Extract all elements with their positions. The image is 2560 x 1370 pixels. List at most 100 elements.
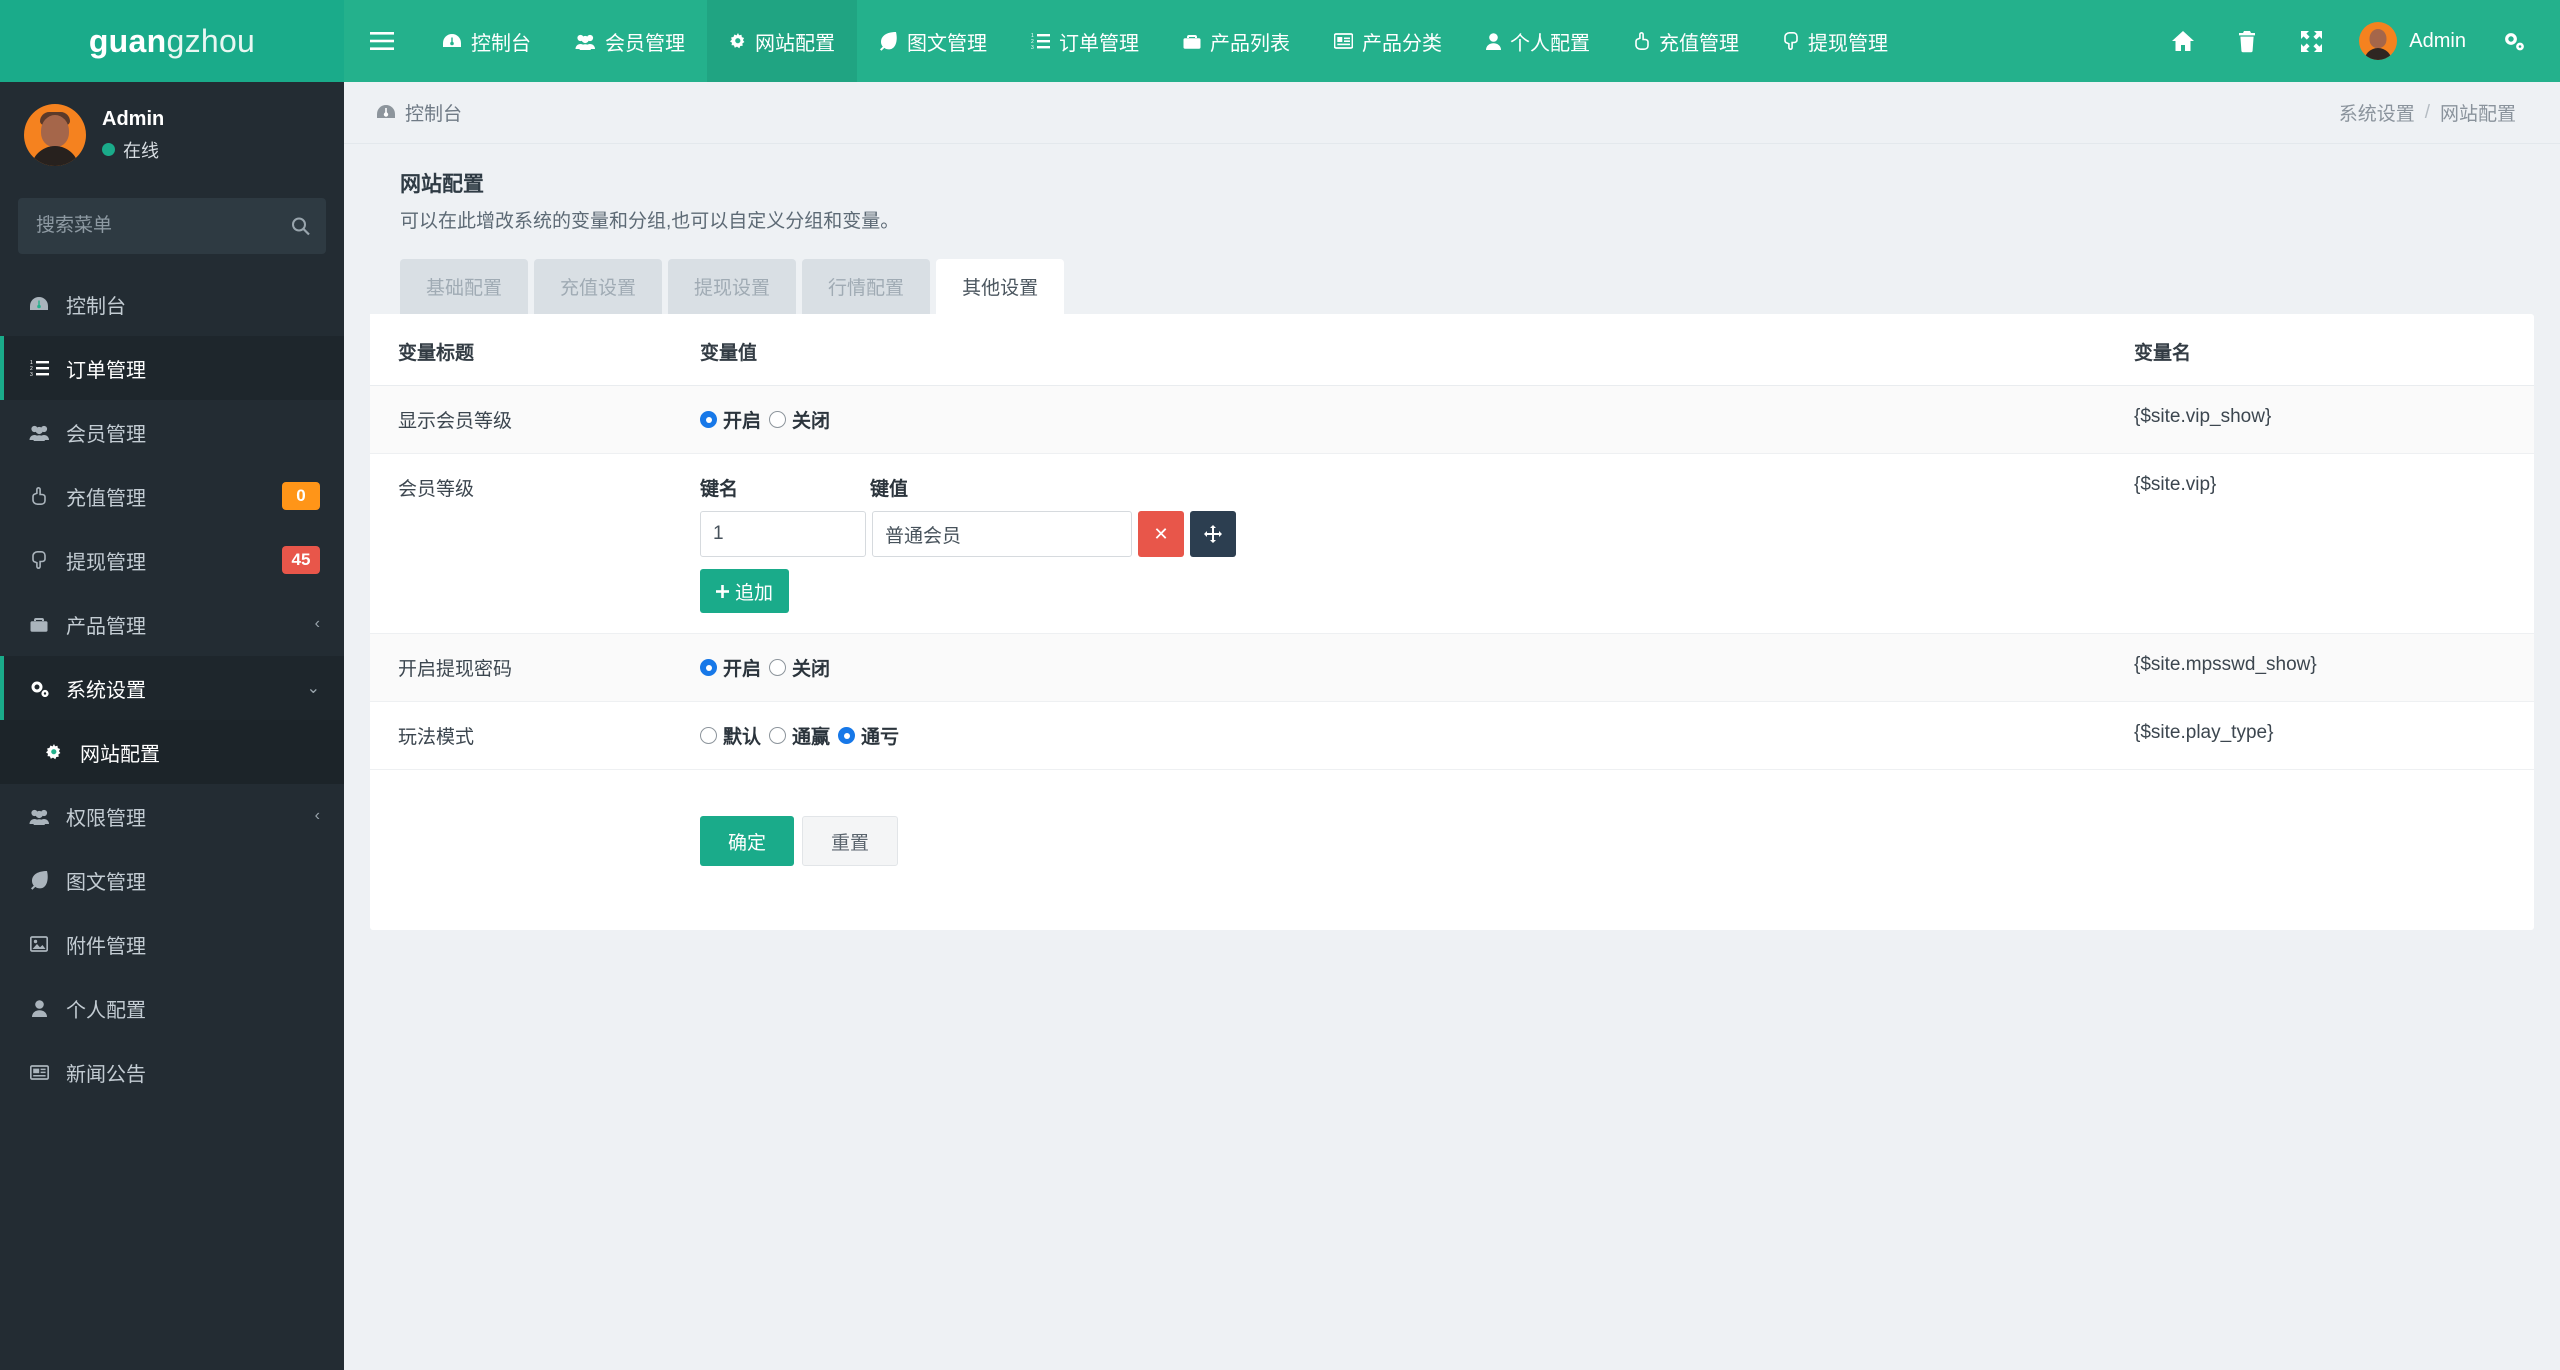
sidebar-item-8[interactable]: 权限管理 ‹ (0, 784, 344, 848)
radio-button[interactable] (769, 659, 787, 676)
key-name-input[interactable] (700, 511, 866, 557)
move-row-button[interactable] (1190, 511, 1236, 557)
table-row: 开启提现密码 开启 关闭 {$site.mpsswd_show} (370, 633, 2534, 702)
top-nav-item-2[interactable]: 网站配置 (707, 0, 857, 82)
sidebar-item-2[interactable]: 会员管理 (0, 400, 344, 464)
row-value: 开启 关闭 (700, 385, 2134, 454)
radio-option-0[interactable]: 开启 (700, 406, 761, 433)
tab-1[interactable]: 充值设置 (534, 259, 663, 314)
sidebar-item-11[interactable]: 个人配置 (0, 976, 344, 1040)
dashboard-icon (26, 296, 52, 312)
sidebar-item-6[interactable]: 系统设置 ⌄ (0, 656, 344, 720)
tab-0[interactable]: 基础配置 (400, 259, 529, 314)
row-value: 开启 关闭 (700, 633, 2134, 702)
form-actions-spacer-right (2134, 770, 2534, 887)
add-row-label: 追加 (735, 582, 774, 604)
sidebar-search[interactable] (18, 198, 326, 254)
radio-button[interactable] (700, 659, 717, 676)
radio-option-2[interactable]: 通亏 (838, 722, 899, 749)
page-header: 网站配置 可以在此增改系统的变量和分组,也可以自定义分组和变量。 基础配置 充值设… (370, 144, 2534, 314)
sidebar-item-label: 附件管理 (66, 935, 146, 958)
radio-option-1[interactable]: 关闭 (769, 654, 830, 681)
breadcrumb-trail: 系统设置 / 网站配置 (2339, 99, 2516, 126)
image-icon (26, 936, 52, 952)
sidebar-item-9[interactable]: 图文管理 (0, 848, 344, 912)
radio-option-1[interactable]: 关闭 (769, 406, 830, 433)
radio-button[interactable] (700, 727, 717, 744)
sidebar-item-badge: 0 (282, 482, 320, 510)
top-nav-item-9[interactable]: 提现管理 (1761, 0, 1910, 82)
gears-icon (26, 680, 52, 697)
sidebar-item-12[interactable]: 新闻公告 (0, 1040, 344, 1104)
top-nav-item-label: 控制台 (471, 32, 531, 55)
home-icon[interactable] (2151, 0, 2215, 82)
add-row-button[interactable]: 追加 (700, 569, 790, 613)
top-nav-item-8[interactable]: 充值管理 (1612, 0, 1761, 82)
breadcrumb-home[interactable]: 控制台 (376, 99, 462, 126)
gears-icon[interactable] (2482, 0, 2546, 82)
tab-2[interactable]: 提现设置 (668, 259, 797, 314)
radio-button[interactable] (838, 727, 856, 744)
row-varname: {$site.vip} (2134, 453, 2534, 634)
top-nav-item-5[interactable]: 产品列表 (1161, 0, 1312, 82)
sidebar-item-7[interactable]: 网站配置 (0, 720, 344, 784)
radio-button[interactable] (769, 727, 787, 744)
svg-text:3: 3 (30, 372, 33, 377)
sidebar-toggle-button[interactable] (344, 0, 420, 82)
close-icon: ✕ (1153, 523, 1169, 544)
radio-option-label: 通亏 (861, 727, 900, 748)
radio-group: 开启 关闭 (700, 406, 2124, 433)
top-nav-item-label: 产品分类 (1362, 32, 1442, 55)
config-table: 变量标题 变量值 变量名 显示会员等级 开启 关闭 {$site.vip_show} 会… (370, 314, 2534, 886)
breadcrumb-item-current: 网站配置 (2439, 104, 2516, 125)
top-nav-item-4[interactable]: 1 2 3 订单管理 (1009, 0, 1161, 82)
submit-button[interactable]: 确定 (700, 816, 795, 866)
sidebar-user-card[interactable]: Admin 在线 (0, 82, 344, 192)
sidebar-item-4[interactable]: 提现管理 45 (0, 528, 344, 592)
trash-icon[interactable] (2215, 0, 2279, 82)
top-nav-item-label: 个人配置 (1510, 32, 1590, 55)
top-nav-item-label: 产品列表 (1210, 32, 1290, 55)
keyvalue-header-1: 键值 (870, 479, 909, 500)
radio-group: 默认 通赢 通亏 (700, 722, 2124, 749)
radio-option-0[interactable]: 开启 (700, 654, 761, 681)
top-navigation-bar: 控制台 会员管理 网站配置 图文管理 1 2 3 订单管理 产品列表 产品分类 个人配置 充值管理 提现… (344, 0, 2560, 82)
row-title: 玩法模式 (370, 701, 700, 770)
tab-4[interactable]: 其他设置 (936, 259, 1065, 314)
search-icon (291, 217, 310, 236)
sidebar-item-10[interactable]: 附件管理 (0, 912, 344, 976)
id-card-icon (1334, 33, 1353, 49)
breadcrumb-item-parent[interactable]: 系统设置 (2339, 99, 2415, 126)
hamburger-icon (370, 32, 394, 50)
reset-button[interactable]: 重置 (802, 816, 899, 866)
sidebar-item-1[interactable]: 1 2 3 订单管理 (0, 336, 344, 400)
brand-logo[interactable]: guangzhou (0, 0, 344, 82)
sidebar-item-label: 网站配置 (80, 743, 160, 766)
sidebar-item-5[interactable]: 产品管理 ‹ (0, 592, 344, 656)
top-nav-item-6[interactable]: 产品分类 (1312, 0, 1464, 82)
top-nav-item-0[interactable]: 控制台 (420, 0, 553, 82)
radio-button[interactable] (700, 411, 717, 428)
radio-button[interactable] (769, 411, 787, 428)
tab-3[interactable]: 行情配置 (802, 259, 931, 314)
radio-option-label: 关闭 (792, 411, 831, 432)
top-nav-item-3[interactable]: 图文管理 (857, 0, 1009, 82)
delete-row-button[interactable]: ✕ (1138, 511, 1184, 557)
sidebar-item-badge: 45 (282, 546, 320, 574)
top-nav-item-1[interactable]: 会员管理 (553, 0, 707, 82)
form-actions-row: 确定 重置 (370, 770, 2534, 887)
sidebar-item-0[interactable]: 控制台 (0, 272, 344, 336)
radio-option-0[interactable]: 默认 (700, 722, 761, 749)
sidebar-item-3[interactable]: 充值管理 0 (0, 464, 344, 528)
top-nav-item-7[interactable]: 个人配置 (1464, 0, 1612, 82)
breadcrumb-separator: / (2424, 101, 2430, 123)
chevron-left-icon: ‹ (314, 807, 320, 824)
gear-icon (40, 744, 66, 760)
users-icon (26, 424, 52, 441)
fullscreen-icon[interactable] (2279, 0, 2343, 82)
radio-option-1[interactable]: 通赢 (769, 722, 830, 749)
user-menu[interactable]: Admin (2343, 0, 2482, 82)
key-value-input[interactable] (872, 511, 1132, 557)
avatar (24, 104, 86, 166)
search-input[interactable] (18, 198, 326, 254)
